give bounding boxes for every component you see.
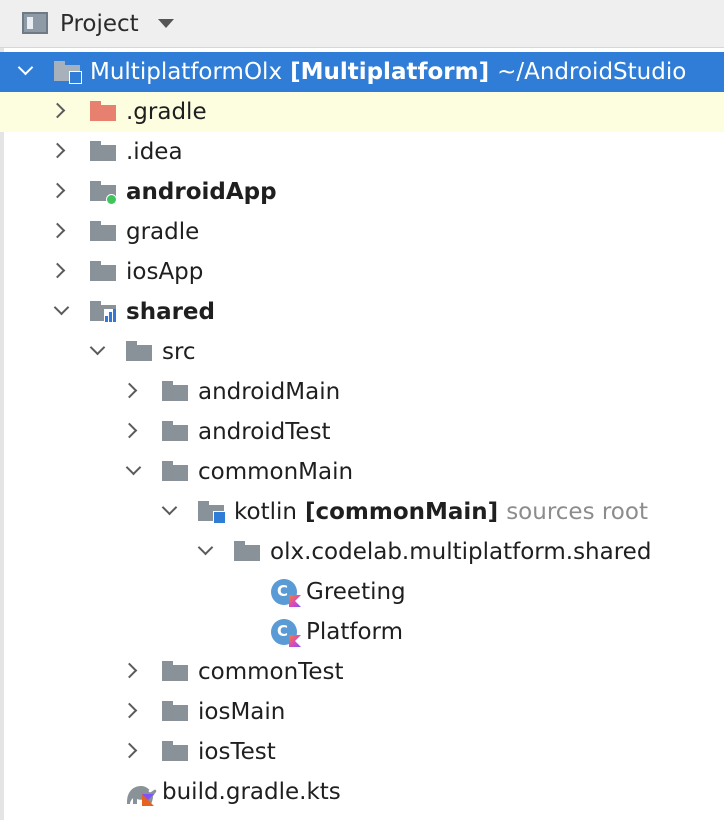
- tree-item-label: androidMain: [198, 379, 341, 405]
- chevron-down-icon[interactable]: [17, 59, 34, 76]
- tree-item-label: commonTest: [198, 659, 344, 685]
- tree-item-label: shared: [126, 299, 215, 325]
- chevron-right-icon[interactable]: [121, 742, 138, 759]
- sources-root-folder-icon: [198, 501, 226, 524]
- tree-row-src[interactable]: src: [0, 332, 724, 372]
- tree-row-gradle[interactable]: gradle: [0, 212, 724, 252]
- root-tag: [Multiplatform]: [290, 59, 490, 85]
- tree-row-android-main[interactable]: androidMain: [0, 372, 724, 412]
- module-folder-icon: [90, 301, 118, 323]
- package-folder-icon: [234, 541, 260, 561]
- project-view-selector[interactable]: Project: [60, 10, 139, 38]
- tree-row-root[interactable]: MultiplatformOlx [Multiplatform] ~/Android…: [0, 52, 724, 92]
- tree-row-android-test[interactable]: androidTest: [0, 412, 724, 452]
- tree-item-label: androidTest: [198, 419, 331, 445]
- tree-row-ios-app[interactable]: iosApp: [0, 252, 724, 292]
- chevron-right-icon[interactable]: [121, 422, 138, 439]
- folder-icon: [90, 261, 116, 281]
- tree-item-label: iosTest: [198, 739, 276, 765]
- tree-row-package[interactable]: olx.codelab.multiplatform.shared: [0, 532, 724, 572]
- folder-icon: [162, 421, 188, 441]
- chevron-right-icon[interactable]: [121, 702, 138, 719]
- chevron-down-icon[interactable]: [161, 499, 178, 516]
- project-view-icon: [22, 12, 48, 34]
- kotlin-note: sources root: [506, 499, 648, 525]
- chevron-down-icon[interactable]: [197, 539, 214, 556]
- chevron-right-icon[interactable]: [121, 662, 138, 679]
- tree-item-label: .idea: [126, 139, 183, 165]
- folder-icon: [90, 221, 116, 241]
- android-badge-icon: [106, 194, 117, 205]
- tree-item-label: .gradle: [126, 99, 207, 125]
- root-label: MultiplatformOlx: [90, 59, 283, 85]
- tree-row-shared[interactable]: shared: [0, 292, 724, 332]
- gradle-kotlin-icon: [127, 786, 157, 806]
- sources-root-badge-icon: [213, 511, 226, 524]
- folder-icon: [162, 701, 188, 721]
- folder-icon: [162, 661, 188, 681]
- tree-item-label: build.gradle.kts: [162, 779, 341, 805]
- kotlin-class-icon: C: [271, 579, 301, 607]
- tree-item-label: commonMain: [198, 459, 354, 485]
- folder-icon: [162, 381, 188, 401]
- tree-item-label: androidApp: [126, 179, 277, 205]
- chevron-right-icon[interactable]: [49, 102, 66, 119]
- folder-icon: [162, 461, 188, 481]
- folder-icon: [162, 741, 188, 761]
- tree-item-label: Platform: [306, 619, 403, 645]
- chevron-down-icon[interactable]: [125, 459, 142, 476]
- tree-row-ios-main[interactable]: iosMain: [0, 692, 724, 732]
- module-badge-icon: [69, 71, 82, 84]
- chevron-right-icon[interactable]: [49, 142, 66, 159]
- tree-row-common-test[interactable]: commonTest: [0, 652, 724, 692]
- chevron-right-icon[interactable]: [121, 382, 138, 399]
- tree-item-label: olx.codelab.multiplatform.shared: [270, 539, 652, 565]
- chevron-right-icon[interactable]: [49, 262, 66, 279]
- excluded-folder-icon: [90, 101, 116, 121]
- tree-row-greeting[interactable]: C Greeting: [0, 572, 724, 612]
- android-module-folder-icon: [90, 181, 117, 205]
- chevron-right-icon[interactable]: [49, 222, 66, 239]
- folder-icon: [90, 141, 116, 161]
- tree-row-common-main[interactable]: commonMain: [0, 452, 724, 492]
- tree-item-label: gradle: [126, 219, 200, 245]
- kotlin-class-icon: C: [271, 619, 301, 647]
- kotlin-label: kotlin: [234, 499, 297, 525]
- caret-down-icon[interactable]: [158, 19, 174, 28]
- tree-item-label: iosApp: [126, 259, 204, 285]
- chevron-down-icon[interactable]: [53, 299, 70, 316]
- root-path: ~/AndroidStudio: [497, 59, 687, 85]
- chevron-right-icon[interactable]: [49, 182, 66, 199]
- tree-row-build-file[interactable]: build.gradle.kts: [0, 772, 724, 812]
- tree-item-label: Greeting: [306, 579, 406, 605]
- tree-row-idea[interactable]: .idea: [0, 132, 724, 172]
- tree-row-android-app[interactable]: androidApp: [0, 172, 724, 212]
- tree-item-label: src: [162, 339, 196, 365]
- kotlin-tag: [commonMain]: [304, 499, 499, 525]
- module-folder-icon: [54, 61, 82, 84]
- tree-row-gradle-dir[interactable]: .gradle: [0, 92, 724, 132]
- tree-row-kotlin[interactable]: kotlin [commonMain] sources root: [0, 492, 724, 532]
- shared-module-badge-icon: [104, 309, 118, 323]
- tree-row-ios-test[interactable]: iosTest: [0, 732, 724, 772]
- tool-window-header: Project: [0, 0, 724, 48]
- chevron-down-icon[interactable]: [89, 339, 106, 356]
- folder-icon: [126, 341, 152, 361]
- tree-row-platform[interactable]: C Platform: [0, 612, 724, 652]
- project-tool-window: Project MultiplatformOlx [Multiplatform] ~…: [0, 0, 724, 820]
- tree-item-label: iosMain: [198, 699, 286, 725]
